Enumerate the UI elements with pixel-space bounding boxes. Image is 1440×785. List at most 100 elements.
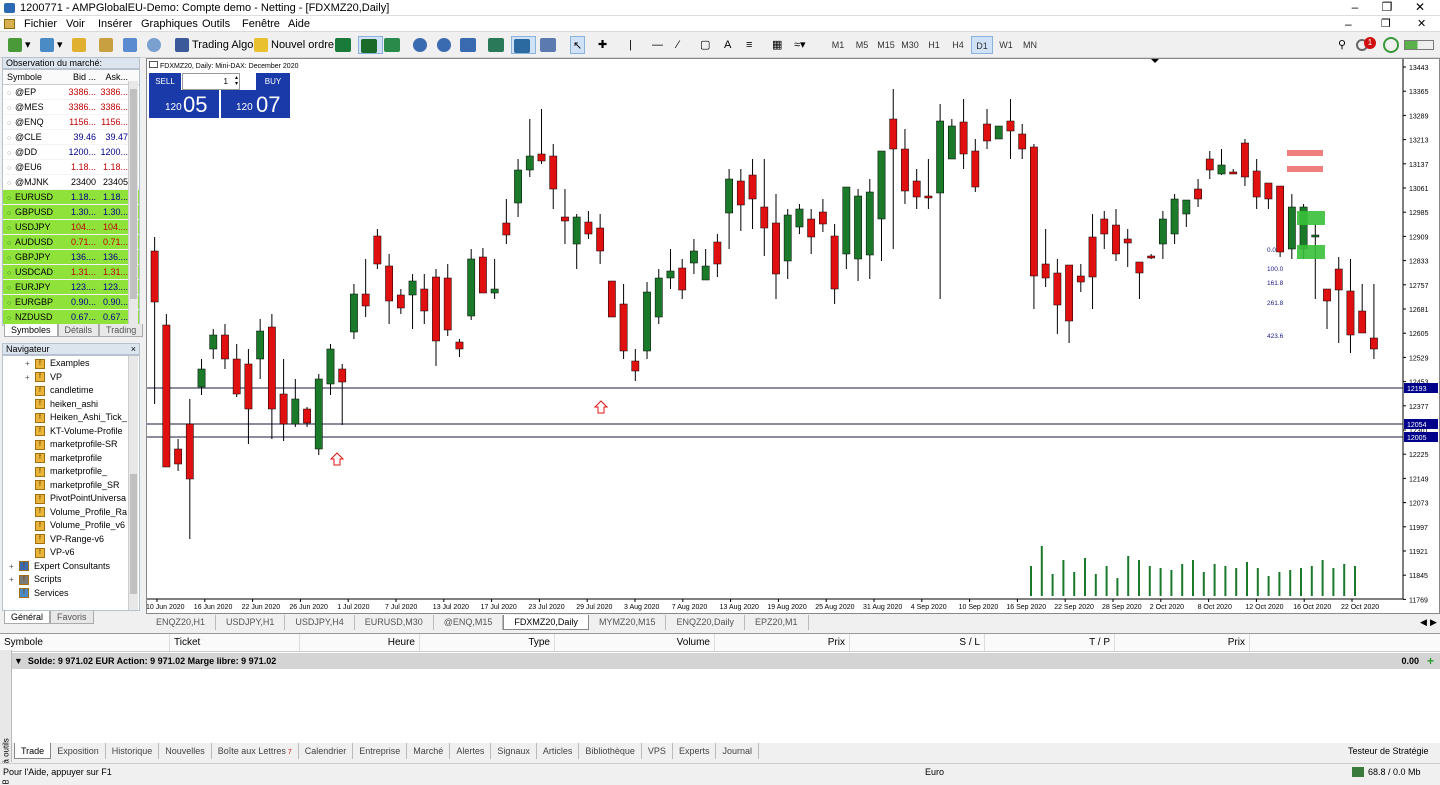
navigator-item[interactable]: f marketprofile_: [3, 465, 139, 479]
timeframe-h4[interactable]: H4: [947, 36, 969, 54]
navigator-scrollbar[interactable]: [128, 356, 138, 610]
navigator-item[interactable]: f Volume_Profile_v6: [3, 519, 139, 533]
trade-column-header[interactable]: T / P: [985, 634, 1115, 651]
market-watch-row[interactable]: ○ @MES 3386... 3386...: [3, 100, 139, 115]
menu-inserer[interactable]: Insérer: [98, 18, 132, 30]
navigator-tab[interactable]: Général: [4, 611, 51, 624]
chart-tab[interactable]: USDJPY,H1: [216, 615, 286, 630]
mdi-restore-icon[interactable]: ❐: [1381, 17, 1391, 30]
tabs-scroll-left-icon[interactable]: ◀: [1420, 617, 1427, 628]
algo-trading-button[interactable]: Trading Algo: [173, 36, 255, 54]
chart-shift-icon[interactable]: [486, 36, 509, 54]
balance-row[interactable]: ▼ Solde: 9 971.02 EUR Action: 9 971.02 M…: [0, 653, 1440, 669]
trade-column-header[interactable]: Prix: [1115, 634, 1250, 651]
col-symbol[interactable]: Symbole: [3, 70, 65, 84]
fibonacci-icon[interactable]: ≡: [744, 36, 754, 54]
toolbox-tab[interactable]: Experts: [673, 743, 717, 759]
buy-price[interactable]: 120 07: [221, 90, 290, 118]
menu-fichier[interactable]: Fichier: [24, 18, 57, 30]
cursor-icon[interactable]: ↖: [570, 36, 586, 54]
toolbox-tab[interactable]: Boîte aux Lettres 7: [212, 743, 299, 759]
notifications-icon[interactable]: 1: [1356, 37, 1378, 53]
objects-icon[interactable]: ≈▾: [792, 36, 808, 54]
vertical-line-icon[interactable]: |: [627, 36, 634, 54]
trade-column-header[interactable]: Volume: [555, 634, 715, 651]
timeframe-m15[interactable]: M15: [875, 36, 897, 54]
market-watch-row[interactable]: ○ AUDUSD 0.71... 0.71...: [3, 235, 139, 250]
trend-line-icon[interactable]: ∕: [675, 36, 681, 54]
toolbox-tab[interactable]: VPS: [642, 743, 673, 759]
crosshair-icon[interactable]: ✚: [596, 36, 609, 54]
toolbox-tab[interactable]: Articles: [537, 743, 580, 759]
toolbox-tab[interactable]: Journal: [716, 743, 759, 759]
tabs-scroll-right-icon[interactable]: ▶: [1430, 617, 1437, 628]
navigator-item[interactable]: f heiken_ashi: [3, 398, 139, 412]
col-ask[interactable]: Ask...: [96, 70, 128, 84]
expand-icon[interactable]: +: [9, 573, 19, 586]
navigator-item[interactable]: f Volume_Profile_Ra: [3, 506, 139, 520]
navigator-item[interactable]: f marketprofile_SR: [3, 479, 139, 493]
lot-input[interactable]: 1 ▴ ▾: [182, 73, 240, 90]
market-watch-scrollbar[interactable]: [128, 81, 138, 324]
navigator-item[interactable]: f PivotPointUniversa: [3, 492, 139, 506]
chart-tab[interactable]: EPZ20,M1: [745, 615, 809, 630]
mdi-minimize-icon[interactable]: –: [1345, 17, 1352, 31]
autoscroll-icon[interactable]: [511, 36, 536, 54]
navigator-icon[interactable]: [121, 36, 142, 54]
market-watch-row[interactable]: ○ USDJPY 104.... 104....: [3, 220, 139, 235]
market-watch-row[interactable]: ○ USDCAD 1.31... 1.31...: [3, 265, 139, 280]
profiles-icon[interactable]: ▾: [38, 36, 65, 54]
trade-column-header[interactable]: Prix: [715, 634, 850, 651]
timeframe-m5[interactable]: M5: [851, 36, 873, 54]
navigator-item[interactable]: f VP-Range-v6: [3, 533, 139, 547]
trade-column-header[interactable]: Heure: [300, 634, 420, 651]
restore-icon[interactable]: ❐: [1372, 0, 1402, 16]
chart-canvas[interactable]: 13443 13365 13289 13213 13137 13061 12985 12909…: [147, 59, 1439, 613]
zoom-out-icon[interactable]: [435, 36, 456, 54]
market-watch-row[interactable]: ○ EURJPY 123.... 123....: [3, 280, 139, 295]
market-watch-tab[interactable]: Symboles: [4, 324, 58, 337]
navigator-tab[interactable]: Favoris: [50, 611, 94, 624]
chart-shift-marker[interactable]: [1151, 59, 1159, 63]
market-watch-icon[interactable]: [70, 36, 91, 54]
trade-column-header[interactable]: Type: [420, 634, 555, 651]
toolbox-tab[interactable]: Bibliothèque: [579, 743, 642, 759]
trade-column-header[interactable]: Ticket: [170, 634, 300, 651]
market-watch-row[interactable]: ○ @DD 1200... 1200...: [3, 145, 139, 160]
trade-column-header[interactable]: S / L: [850, 634, 985, 651]
timeframe-h1[interactable]: H1: [923, 36, 945, 54]
close-icon[interactable]: ✕: [1405, 0, 1435, 16]
toolbox-tab[interactable]: Trade: [14, 743, 52, 759]
expand-icon[interactable]: +: [9, 560, 19, 573]
market-watch-row[interactable]: ○ @EP 3386... 3386...: [3, 85, 139, 100]
chart-tab[interactable]: @ENQ,M15: [434, 615, 504, 630]
market-watch-tab[interactable]: Détails: [57, 324, 100, 337]
navigator-item[interactable]: f candletime: [3, 384, 139, 398]
new-order-button[interactable]: Nouvel ordre: [252, 36, 336, 54]
toolbox-tab[interactable]: Exposition: [51, 743, 106, 759]
toolbox-tab[interactable]: Signaux: [491, 743, 537, 759]
data-window-icon[interactable]: [97, 36, 118, 54]
menu-fenetre[interactable]: Fenêtre: [242, 18, 280, 30]
trade-column-header[interactable]: Symbole: [0, 634, 170, 651]
horizontal-line-icon[interactable]: —: [650, 36, 665, 54]
navigator-item[interactable]: + f VP: [3, 371, 139, 385]
market-watch-row[interactable]: ○ EURUSD 1.18... 1.18...: [3, 190, 139, 205]
lot-stepper-icon[interactable]: ▴ ▾: [235, 75, 238, 87]
zoom-in-icon[interactable]: [411, 36, 432, 54]
market-watch-row[interactable]: ○ NZDUSD 0.67... 0.67...: [3, 310, 139, 325]
menu-voir[interactable]: Voir: [66, 18, 85, 30]
timeframe-m30[interactable]: M30: [899, 36, 921, 54]
navigator-item[interactable]: + f Scripts: [3, 573, 139, 587]
buy-button[interactable]: BUY: [256, 73, 290, 90]
chart-tab[interactable]: MYMZ20,M15: [589, 615, 667, 630]
menu-graphiques[interactable]: Graphiques: [141, 18, 198, 30]
timeframe-d1[interactable]: D1: [971, 36, 993, 54]
bar-chart-icon[interactable]: [333, 36, 356, 54]
col-bid[interactable]: Bid ...: [65, 70, 96, 84]
signals-icon[interactable]: [145, 36, 166, 54]
menu-outils[interactable]: Outils: [202, 18, 230, 30]
minimize-icon[interactable]: –: [1340, 0, 1370, 16]
shapes-icon[interactable]: ▦: [770, 36, 784, 54]
trade-column-header[interactable]: Profit: [1250, 634, 1440, 651]
